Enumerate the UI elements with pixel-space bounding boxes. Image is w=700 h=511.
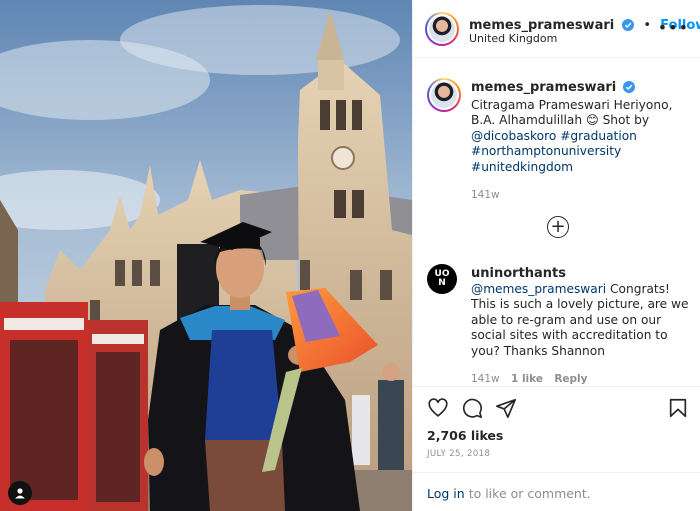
comment-text: uninorthants @memes_prameswari Congrats!… [471,266,693,388]
location-link[interactable]: United Kingdom [469,32,557,45]
post-action-bar: 2,706 likes JULY 25, 2018 Log in to like… [413,386,700,511]
graduation-photo [0,0,412,511]
caption-age: 141w [471,189,500,201]
smile-emoji-icon: 😊 [585,113,599,127]
hashtag-unitedkingdom[interactable]: #unitedkingdom [471,160,573,174]
post-details-panel: memes_prameswari • Follow United Kingdom… [412,0,700,511]
reply-button[interactable]: Reply [554,373,587,385]
commenter-username[interactable]: uninorthants [471,266,566,281]
save-bookmark-icon[interactable] [667,397,689,419]
post-header: memes_prameswari • Follow United Kingdom… [413,0,700,58]
likes-count[interactable]: 2,706 likes [427,428,503,443]
commenter-logo-text: UO N [434,269,450,288]
load-more-comments-button[interactable]: + [547,216,569,238]
post-photo[interactable] [0,0,412,511]
login-link[interactable]: Log in [427,486,465,501]
separator-dot: • [643,18,652,33]
comment-age: 141w [471,373,500,385]
more-options-icon[interactable]: ••• [658,18,689,37]
post-date: JULY 25, 2018 [427,449,491,459]
verified-badge-icon [622,16,635,35]
like-heart-icon[interactable] [427,397,449,419]
hashtag-northamptonuniversity[interactable]: #northamptonuniversity [471,144,621,158]
comment-likes[interactable]: 1 like [511,373,543,385]
mention-link[interactable]: @dicobaskoro [471,129,556,143]
share-send-icon[interactable] [495,397,517,419]
login-prompt: Log in to like or comment. [413,472,700,511]
caption-username[interactable]: memes_prameswari [471,80,616,95]
caption-avatar[interactable] [427,78,461,112]
login-prompt-text: to like or comment. [468,486,591,501]
comment-bubble-icon[interactable] [461,397,483,419]
verified-badge-icon [623,81,636,98]
caption-shot-by: Shot by [602,113,650,127]
commenter-avatar[interactable]: UO N [427,264,457,294]
comment-mention-link[interactable]: @memes_prameswari [471,282,606,296]
hashtag-graduation[interactable]: #graduation [560,129,637,143]
author-avatar[interactable] [425,12,459,46]
caption-text: memes_prameswari Citragama Prameswari He… [471,80,691,204]
user-tag-icon[interactable] [8,481,32,505]
author-username[interactable]: memes_prameswari [469,18,614,33]
